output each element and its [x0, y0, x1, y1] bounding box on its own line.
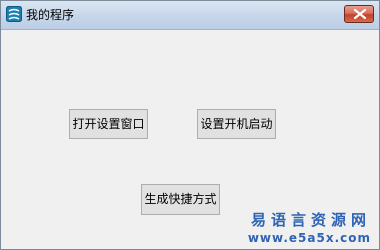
title-bar[interactable]: 我的程序	[1, 1, 379, 30]
open-settings-window-button[interactable]: 打开设置窗口	[69, 109, 148, 139]
app-logo-icon	[6, 6, 22, 22]
close-button[interactable]	[344, 5, 374, 23]
main-window: 我的程序 打开设置窗口 设置开机启动 生成快捷方式 易语言资源网 www.e5a…	[0, 0, 380, 250]
site-watermark: 易语言资源网 www.e5a5x.com	[248, 211, 371, 245]
close-icon	[354, 9, 366, 19]
watermark-title: 易语言资源网	[250, 211, 371, 229]
set-autostart-button[interactable]: 设置开机启动	[197, 109, 276, 139]
client-area: 打开设置窗口 设置开机启动 生成快捷方式 易语言资源网 www.e5a5x.co…	[1, 30, 379, 249]
create-shortcut-button[interactable]: 生成快捷方式	[141, 184, 220, 215]
window-title: 我的程序	[26, 8, 75, 22]
watermark-url: www.e5a5x.com	[247, 231, 371, 245]
